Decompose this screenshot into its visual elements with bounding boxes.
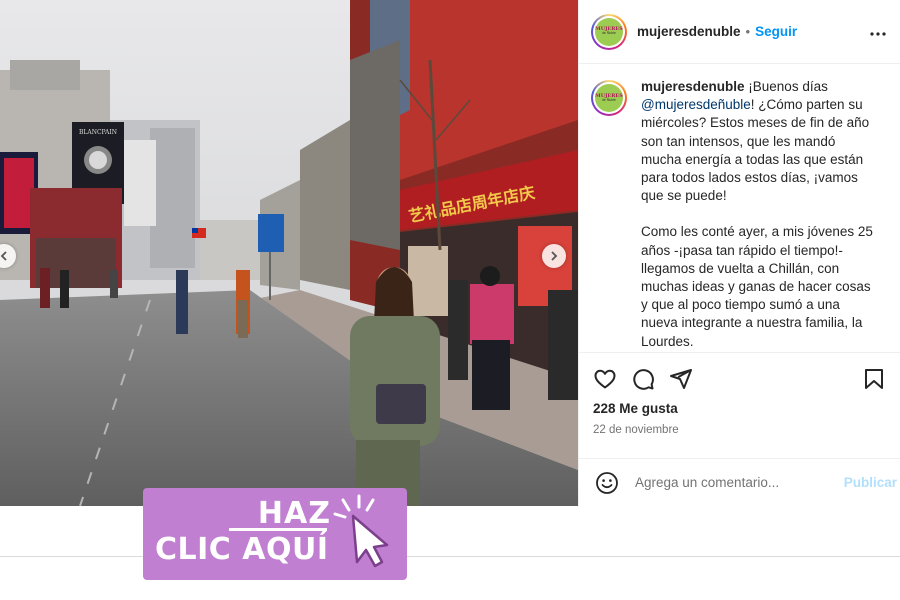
header-username[interactable]: mujeresdenuble [637, 24, 741, 39]
comment-input[interactable] [635, 475, 835, 490]
more-options-icon[interactable] [870, 23, 886, 41]
comment-bar: Publicar [579, 458, 900, 506]
caption-username[interactable]: mujeresdenuble [641, 79, 745, 94]
ellipsis-icon [870, 31, 886, 36]
post-header: MUJERES de Ñuble mujeresdenuble • Seguir [579, 0, 900, 64]
pointer-cursor-icon [333, 494, 389, 568]
post-actions: 228 Me gusta 22 de noviembre [579, 352, 900, 436]
comment-icon[interactable] [631, 367, 655, 391]
chevron-right-icon [551, 251, 558, 261]
caption-text-1b: ! ¿Cómo parten su miércoles? Estos meses… [641, 97, 870, 204]
post-side-panel: MUJERES de Ñuble mujeresdenuble • Seguir… [578, 0, 900, 506]
caption-paragraph-2: Como les conté ayer, a mis jóvenes 25 añ… [641, 224, 873, 349]
caption-avatar-logo-subtext: de Ñuble [601, 97, 616, 102]
likes-count[interactable]: 228 Me gusta [593, 401, 885, 416]
caption-mention[interactable]: @mujeresdeñuble [641, 97, 751, 112]
billboard-text: BLANCPAIN [79, 129, 117, 136]
publish-button[interactable]: Publicar [844, 475, 897, 490]
emoji-icon[interactable] [595, 471, 619, 495]
caption-paragraph-1: mujeresdenuble ¡Buenos días @mujeresdeñu… [641, 78, 879, 205]
account-logo: MUJERES de Ñuble [595, 17, 623, 46]
follow-button[interactable]: Seguir [755, 24, 797, 39]
post-caption: mujeresdenuble ¡Buenos días @mujeresdeñu… [641, 78, 879, 354]
action-icons [593, 365, 885, 393]
header-separator: • [745, 24, 751, 39]
avatar-logo-subtext: de Ñuble [601, 31, 616, 36]
next-photo-button[interactable] [542, 244, 566, 268]
caption-section: MUJERES de Ñuble mujeresdenuble ¡Buenos … [579, 64, 900, 354]
click-here-banner[interactable]: HAZ CLIC AQUÍ [143, 488, 407, 580]
caption-account-logo: MUJERES de Ñuble [595, 84, 623, 112]
cta-line-2: CLIC AQUÍ [155, 532, 329, 567]
heart-icon[interactable] [593, 367, 617, 391]
caption-avatar[interactable]: MUJERES de Ñuble [591, 80, 627, 116]
bookmark-icon[interactable] [863, 367, 885, 391]
cta-underline [229, 528, 327, 531]
instagram-post: BLANCPAIN 艺礼品店周年店庆 MUJERES de Ñuble muje… [0, 0, 900, 506]
caption-text-1a: ¡Buenos días [744, 79, 828, 94]
post-photo[interactable]: BLANCPAIN 艺礼品店周年店庆 [0, 0, 578, 506]
cta-line-1: HAZ [257, 496, 331, 531]
footer-divider [0, 556, 900, 557]
avatar-ring: MUJERES de Ñuble [593, 15, 625, 48]
post-date[interactable]: 22 de noviembre [593, 424, 885, 436]
avatar[interactable]: MUJERES de Ñuble [591, 13, 627, 50]
chevron-left-icon [0, 251, 7, 261]
share-icon[interactable] [669, 367, 693, 391]
caption-avatar-ring: MUJERES de Ñuble [593, 82, 625, 114]
street-scene-image: BLANCPAIN 艺礼品店周年店庆 [0, 0, 578, 506]
